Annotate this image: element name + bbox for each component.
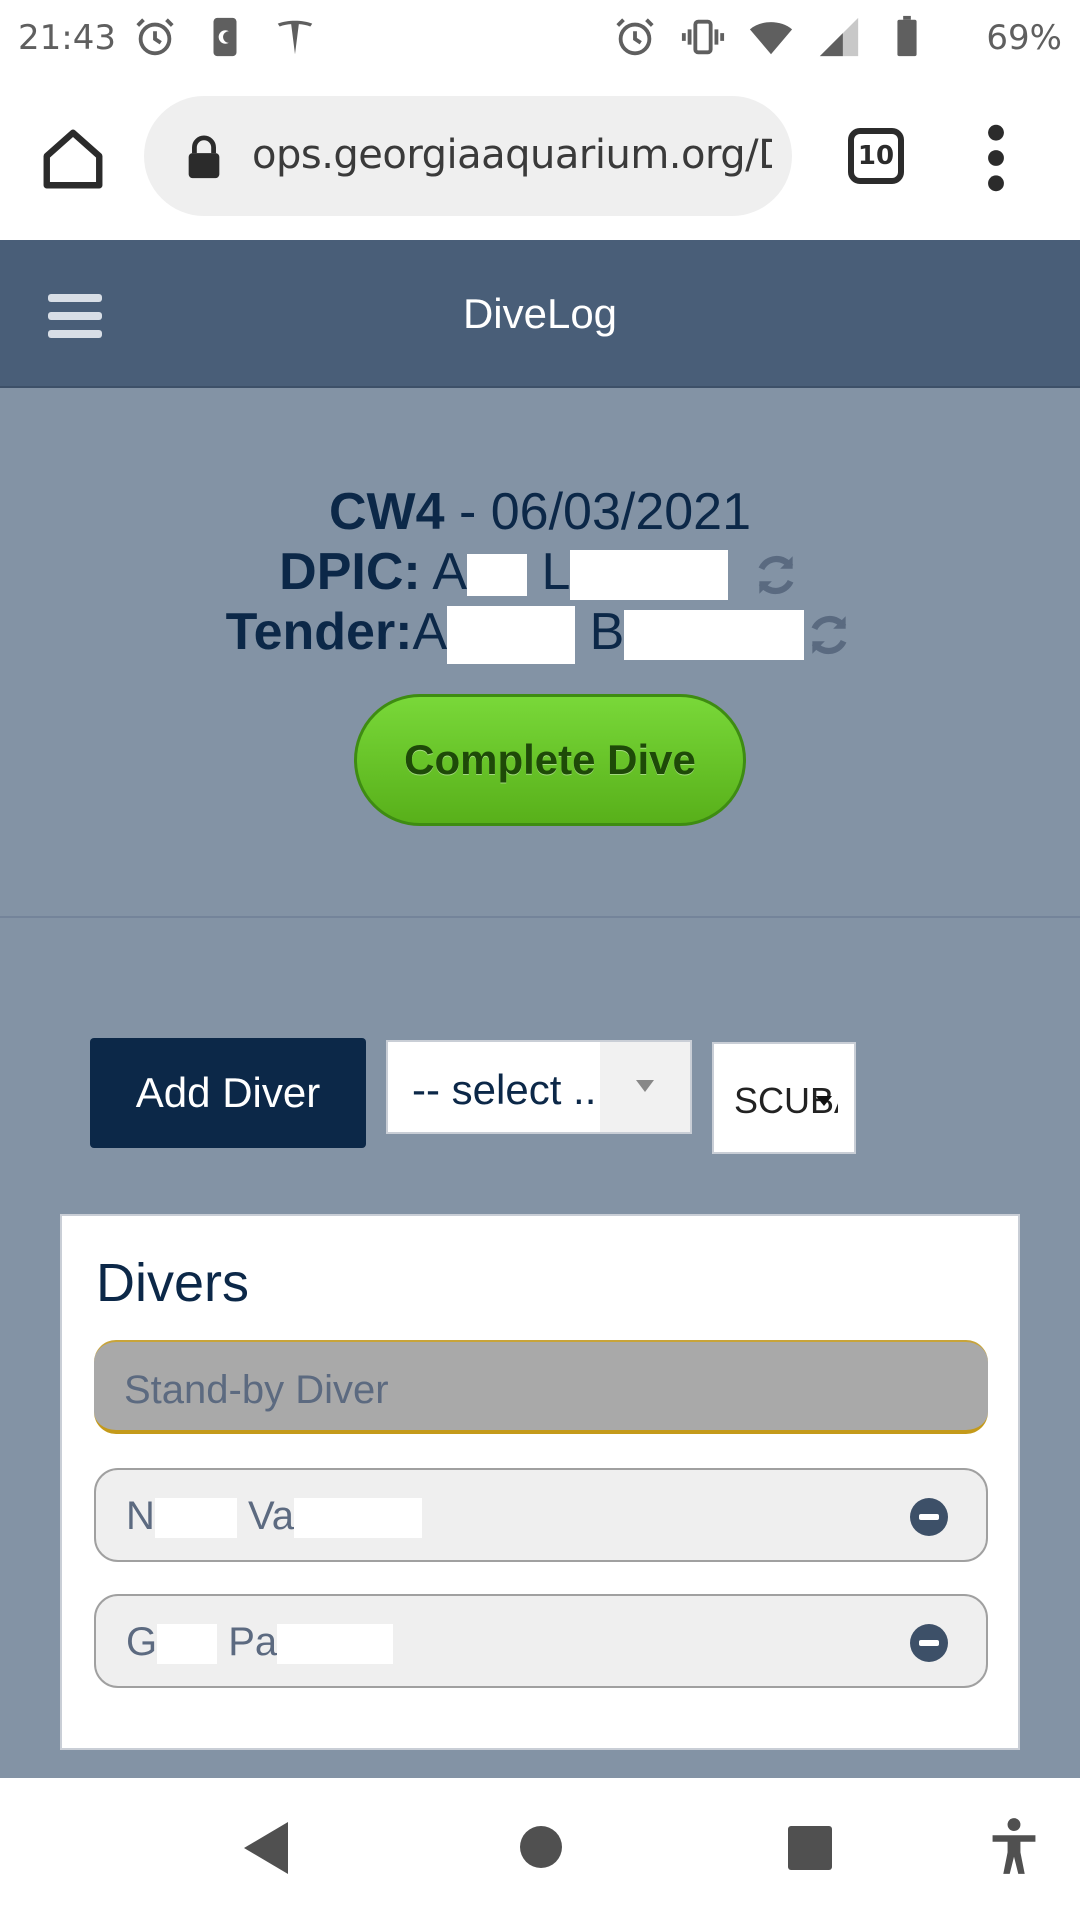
diver-last-initial: Va bbox=[248, 1494, 294, 1538]
diver-first-initial: G bbox=[126, 1620, 158, 1664]
do-not-disturb-icon bbox=[213, 17, 237, 57]
remove-diver-icon[interactable] bbox=[910, 1624, 948, 1662]
redacted-block bbox=[467, 554, 527, 597]
lock-icon bbox=[188, 135, 220, 179]
refresh-tender-icon[interactable] bbox=[804, 610, 854, 660]
standby-diver-field[interactable]: Stand-by Diver bbox=[94, 1340, 988, 1434]
tab-switcher-button[interactable]: 10 bbox=[848, 128, 904, 184]
diver-name: N Va bbox=[126, 1494, 422, 1539]
tender-last-initial: B bbox=[589, 603, 625, 661]
recents-icon[interactable] bbox=[788, 1826, 832, 1870]
redacted-block bbox=[154, 1498, 237, 1539]
remove-diver-icon[interactable] bbox=[910, 1498, 948, 1536]
diver-list-item[interactable]: N Va bbox=[94, 1468, 988, 1562]
dive-type-select[interactable]: SCUBA bbox=[712, 1042, 856, 1154]
diver-first-initial: N bbox=[126, 1494, 155, 1538]
back-icon[interactable] bbox=[244, 1822, 288, 1874]
system-nav-bar bbox=[0, 1778, 1080, 1920]
alarm-icon bbox=[616, 18, 654, 56]
dpic-label: DPIC: bbox=[279, 543, 421, 601]
battery-percent: 69% bbox=[986, 18, 1062, 58]
redacted-block bbox=[624, 610, 805, 661]
browser-toolbar: ops.georgiaaquarium.org/Di 10 bbox=[0, 76, 1080, 240]
address-bar[interactable]: ops.georgiaaquarium.org/Di bbox=[144, 96, 792, 216]
tender-first-initial: A bbox=[412, 603, 448, 661]
vibrate-icon bbox=[681, 19, 725, 55]
dive-date: 06/03/2021 bbox=[490, 483, 752, 541]
dpic-last-initial: L bbox=[541, 543, 571, 601]
status-right-icons bbox=[612, 14, 930, 60]
redacted-block bbox=[293, 1498, 422, 1539]
tender-label: Tender: bbox=[225, 603, 413, 661]
divers-title: Divers bbox=[96, 1253, 250, 1313]
status-left-icons bbox=[132, 14, 318, 60]
redacted-block bbox=[157, 1624, 218, 1665]
divers-card: Divers Stand-by Diver N Va G Pa bbox=[60, 1214, 1020, 1750]
tender-line: Tender:A B bbox=[0, 602, 1080, 665]
more-options-icon[interactable] bbox=[980, 120, 1012, 196]
diver-name: G Pa bbox=[126, 1620, 394, 1665]
chevron-down-icon bbox=[816, 1096, 832, 1106]
dpic-first-initial: A bbox=[432, 543, 467, 601]
battery-icon bbox=[897, 15, 917, 57]
standby-diver-placeholder: Stand-by Diver bbox=[124, 1368, 389, 1412]
signal-icon bbox=[819, 17, 859, 57]
app-title: DiveLog bbox=[462, 290, 618, 337]
chevron-down-icon bbox=[636, 1080, 654, 1092]
diver-last-initial: Pa bbox=[228, 1620, 278, 1664]
wifi-icon bbox=[749, 22, 793, 55]
dive-info-panel: CW4 - 06/03/2021 DPIC: A L Tender:A B Co… bbox=[0, 390, 1080, 918]
dive-site: CW4 bbox=[328, 483, 445, 541]
redacted-block bbox=[570, 550, 729, 601]
diver-list-item[interactable]: G Pa bbox=[94, 1594, 988, 1688]
home-circle-icon[interactable] bbox=[520, 1826, 562, 1868]
status-time: 21:43 bbox=[18, 18, 116, 58]
tesla-icon bbox=[277, 20, 313, 55]
diver-select[interactable]: -- select ... bbox=[386, 1040, 692, 1134]
dive-separator: - bbox=[444, 483, 491, 541]
refresh-dpic-icon[interactable] bbox=[751, 550, 801, 600]
alarm-icon bbox=[136, 18, 174, 56]
dpic-line: DPIC: A L bbox=[0, 542, 1080, 602]
accessibility-icon[interactable] bbox=[988, 1816, 1040, 1876]
add-diver-button[interactable]: Add Diver bbox=[90, 1038, 366, 1148]
complete-dive-button[interactable]: Complete Dive bbox=[354, 694, 746, 826]
url-text[interactable]: ops.georgiaaquarium.org/Di bbox=[252, 132, 772, 178]
redacted-block bbox=[277, 1624, 394, 1665]
redacted-block bbox=[447, 606, 576, 665]
diver-select-value: -- select ... bbox=[412, 1066, 609, 1113]
status-bar: 21:43 69% bbox=[0, 0, 1080, 76]
dive-site-date: CW4 - 06/03/2021 bbox=[0, 482, 1080, 542]
app-header: DiveLog bbox=[0, 240, 1080, 388]
diver-select-toggle[interactable] bbox=[600, 1042, 690, 1132]
home-icon[interactable] bbox=[38, 124, 108, 194]
